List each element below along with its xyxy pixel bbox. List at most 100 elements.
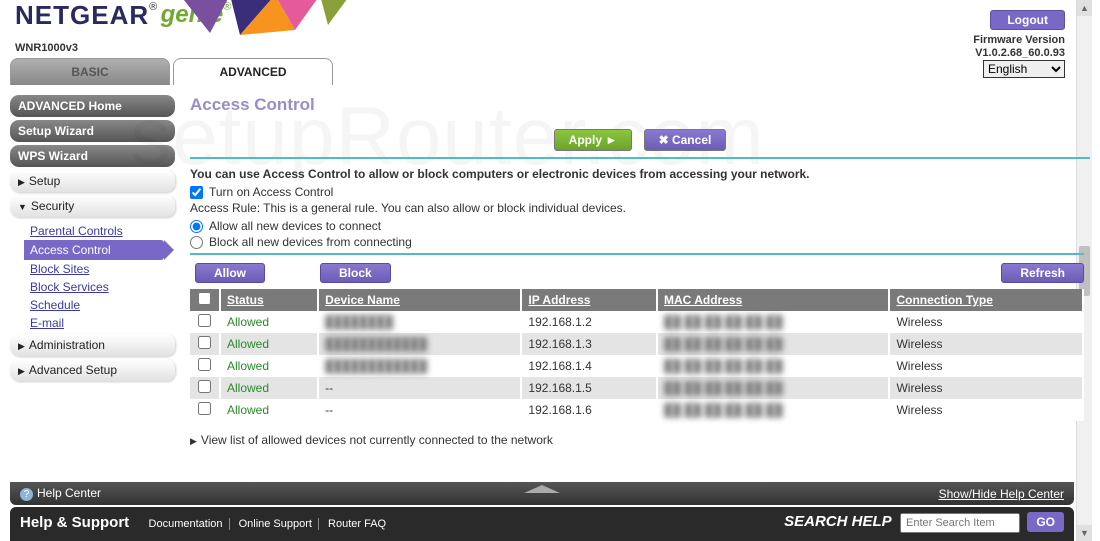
block-new-radio[interactable] — [190, 236, 203, 249]
sidebar-item-security[interactable]: ▼Security — [10, 195, 175, 217]
firmware-version: Firmware Version V1.0.2.68_60.0.93 — [973, 34, 1065, 60]
cell-mac: ██:██:██:██:██:██ — [657, 333, 889, 355]
sidebar-sub-schedule[interactable]: Schedule — [30, 296, 175, 314]
footer-link-router-faq[interactable]: Router FAQ — [322, 518, 392, 530]
cell-status: Allowed — [220, 355, 318, 377]
cell-device: ████████████ — [318, 355, 521, 377]
row-checkbox[interactable] — [198, 314, 211, 327]
table-row: Allowed████████192.168.1.2██:██:██:██:██… — [190, 311, 1083, 333]
sidebar-item-setup[interactable]: ▶Setup — [10, 170, 175, 192]
view-allowed-devices-toggle[interactable]: ▶View list of allowed devices not curren… — [190, 433, 1084, 447]
block-button[interactable]: Block — [320, 263, 391, 283]
cell-ip: 192.168.1.6 — [521, 399, 657, 421]
show-hide-help-link[interactable]: Show/Hide Help Center — [939, 487, 1064, 501]
model-label: WNR1000v3 — [15, 42, 78, 54]
devices-table: Status Device Name IP Address MAC Addres… — [190, 289, 1084, 421]
content-scroll-area[interactable]: You can use Access Control to allow or b… — [190, 167, 1090, 467]
chevron-up-icon[interactable] — [524, 485, 560, 493]
cell-device: ████████████ — [318, 333, 521, 355]
cell-status: Allowed — [220, 311, 318, 333]
allow-new-radio[interactable] — [190, 220, 203, 233]
col-mac[interactable]: MAC Address — [657, 289, 889, 311]
chevron-right-icon: ▶ — [18, 366, 25, 376]
col-device-name[interactable]: Device Name — [318, 289, 521, 311]
tab-advanced[interactable]: ADVANCED — [173, 58, 333, 85]
sidebar-item-advanced-setup[interactable]: ▶Advanced Setup — [10, 359, 175, 381]
chevron-right-icon: ▶ — [190, 436, 197, 446]
allow-button[interactable]: Allow — [195, 263, 265, 283]
search-help-label: SEARCH HELP — [784, 513, 892, 530]
close-icon: ✖ — [659, 133, 669, 147]
divider — [190, 253, 1084, 255]
intro-text: You can use Access Control to allow or b… — [190, 167, 1084, 181]
cell-connection: Wireless — [889, 311, 1083, 333]
cell-ip: 192.168.1.2 — [521, 311, 657, 333]
turn-on-access-control-checkbox[interactable] — [190, 186, 203, 199]
row-checkbox[interactable] — [198, 380, 211, 393]
sidebar-item-administration[interactable]: ▶Administration — [10, 334, 175, 356]
help-support-label: Help & Support — [20, 514, 129, 531]
select-all-checkbox[interactable] — [198, 292, 211, 305]
scroll-down-icon[interactable]: ▼ — [1077, 525, 1092, 541]
help-center-link[interactable]: ?Help Center — [20, 486, 101, 501]
help-center-bar: ?Help Center Show/Hide Help Center — [10, 482, 1074, 505]
refresh-button[interactable]: Refresh — [1001, 263, 1084, 283]
cell-connection: Wireless — [889, 399, 1083, 421]
cell-device: ████████ — [318, 311, 521, 333]
table-row: Allowed--192.168.1.6██:██:██:██:██:██Wir… — [190, 399, 1083, 421]
sidebar-item-advanced-home[interactable]: ADVANCED Home — [10, 95, 175, 117]
footer-link-online-support[interactable]: Online Support — [233, 518, 319, 530]
allow-new-label: Allow all new devices to connect — [209, 219, 381, 233]
table-row: Allowed--192.168.1.5██:██:██:██:██:██Wir… — [190, 377, 1083, 399]
row-checkbox[interactable] — [198, 402, 211, 415]
sidebar-sub-block-services[interactable]: Block Services — [30, 278, 175, 296]
sidebar-sub-block-sites[interactable]: Block Sites — [30, 260, 175, 278]
sidebar-item-wps-wizard[interactable]: WPS Wizard — [10, 145, 175, 167]
cell-device: -- — [318, 377, 521, 399]
cell-connection: Wireless — [889, 377, 1083, 399]
search-go-button[interactable]: GO — [1027, 512, 1064, 532]
col-status[interactable]: Status — [220, 289, 318, 311]
logout-button[interactable]: Logout — [990, 10, 1065, 30]
access-rule-text: Access Rule: This is a general rule. You… — [190, 201, 1084, 215]
cell-mac: ██:██:██:██:██:██ — [657, 311, 889, 333]
cell-status: Allowed — [220, 333, 318, 355]
cell-status: Allowed — [220, 399, 318, 421]
cell-mac: ██:██:██:██:██:██ — [657, 377, 889, 399]
language-select[interactable]: English — [983, 60, 1065, 78]
sidebar-sub-access-control[interactable]: Access Control — [24, 240, 164, 260]
sidebar-item-setup-wizard[interactable]: Setup Wizard — [10, 120, 175, 142]
table-row: Allowed████████████192.168.1.3██:██:██:█… — [190, 333, 1083, 355]
tab-basic[interactable]: BASIC — [10, 58, 170, 85]
search-help-input[interactable] — [900, 513, 1020, 533]
cell-device: -- — [318, 399, 521, 421]
chevron-down-icon: ▼ — [18, 202, 27, 212]
turn-on-label: Turn on Access Control — [209, 185, 333, 199]
row-checkbox[interactable] — [198, 336, 211, 349]
cell-connection: Wireless — [889, 355, 1083, 377]
sidebar: ADVANCED Home Setup Wizard WPS Wizard ▶S… — [10, 95, 175, 467]
cell-ip: 192.168.1.3 — [521, 333, 657, 355]
col-connection[interactable]: Connection Type — [889, 289, 1083, 311]
cell-mac: ██:██:██:██:██:██ — [657, 399, 889, 421]
footer-link-documentation[interactable]: Documentation — [143, 518, 230, 530]
cancel-button[interactable]: ✖ Cancel — [644, 129, 727, 151]
netgear-word: NETGEAR — [15, 0, 149, 30]
cell-connection: Wireless — [889, 333, 1083, 355]
apply-button[interactable]: Apply ► — [554, 129, 633, 151]
divider — [190, 157, 1090, 159]
chevron-right-icon: ▶ — [18, 341, 25, 351]
block-new-label: Block all new devices from connecting — [209, 235, 412, 249]
cell-ip: 192.168.1.5 — [521, 377, 657, 399]
cell-status: Allowed — [220, 377, 318, 399]
col-ip[interactable]: IP Address — [521, 289, 657, 311]
cell-ip: 192.168.1.4 — [521, 355, 657, 377]
sidebar-sub-email[interactable]: E-mail — [30, 314, 175, 332]
cell-mac: ██:██:██:██:██:██ — [657, 355, 889, 377]
footer: Help & Support Documentation Online Supp… — [10, 507, 1074, 541]
page-title: Access Control — [190, 95, 1090, 115]
row-checkbox[interactable] — [198, 358, 211, 371]
question-icon: ? — [20, 488, 33, 501]
decorative-triangles-icon — [180, 0, 380, 40]
sidebar-sub-parental[interactable]: Parental Controls — [30, 222, 175, 240]
